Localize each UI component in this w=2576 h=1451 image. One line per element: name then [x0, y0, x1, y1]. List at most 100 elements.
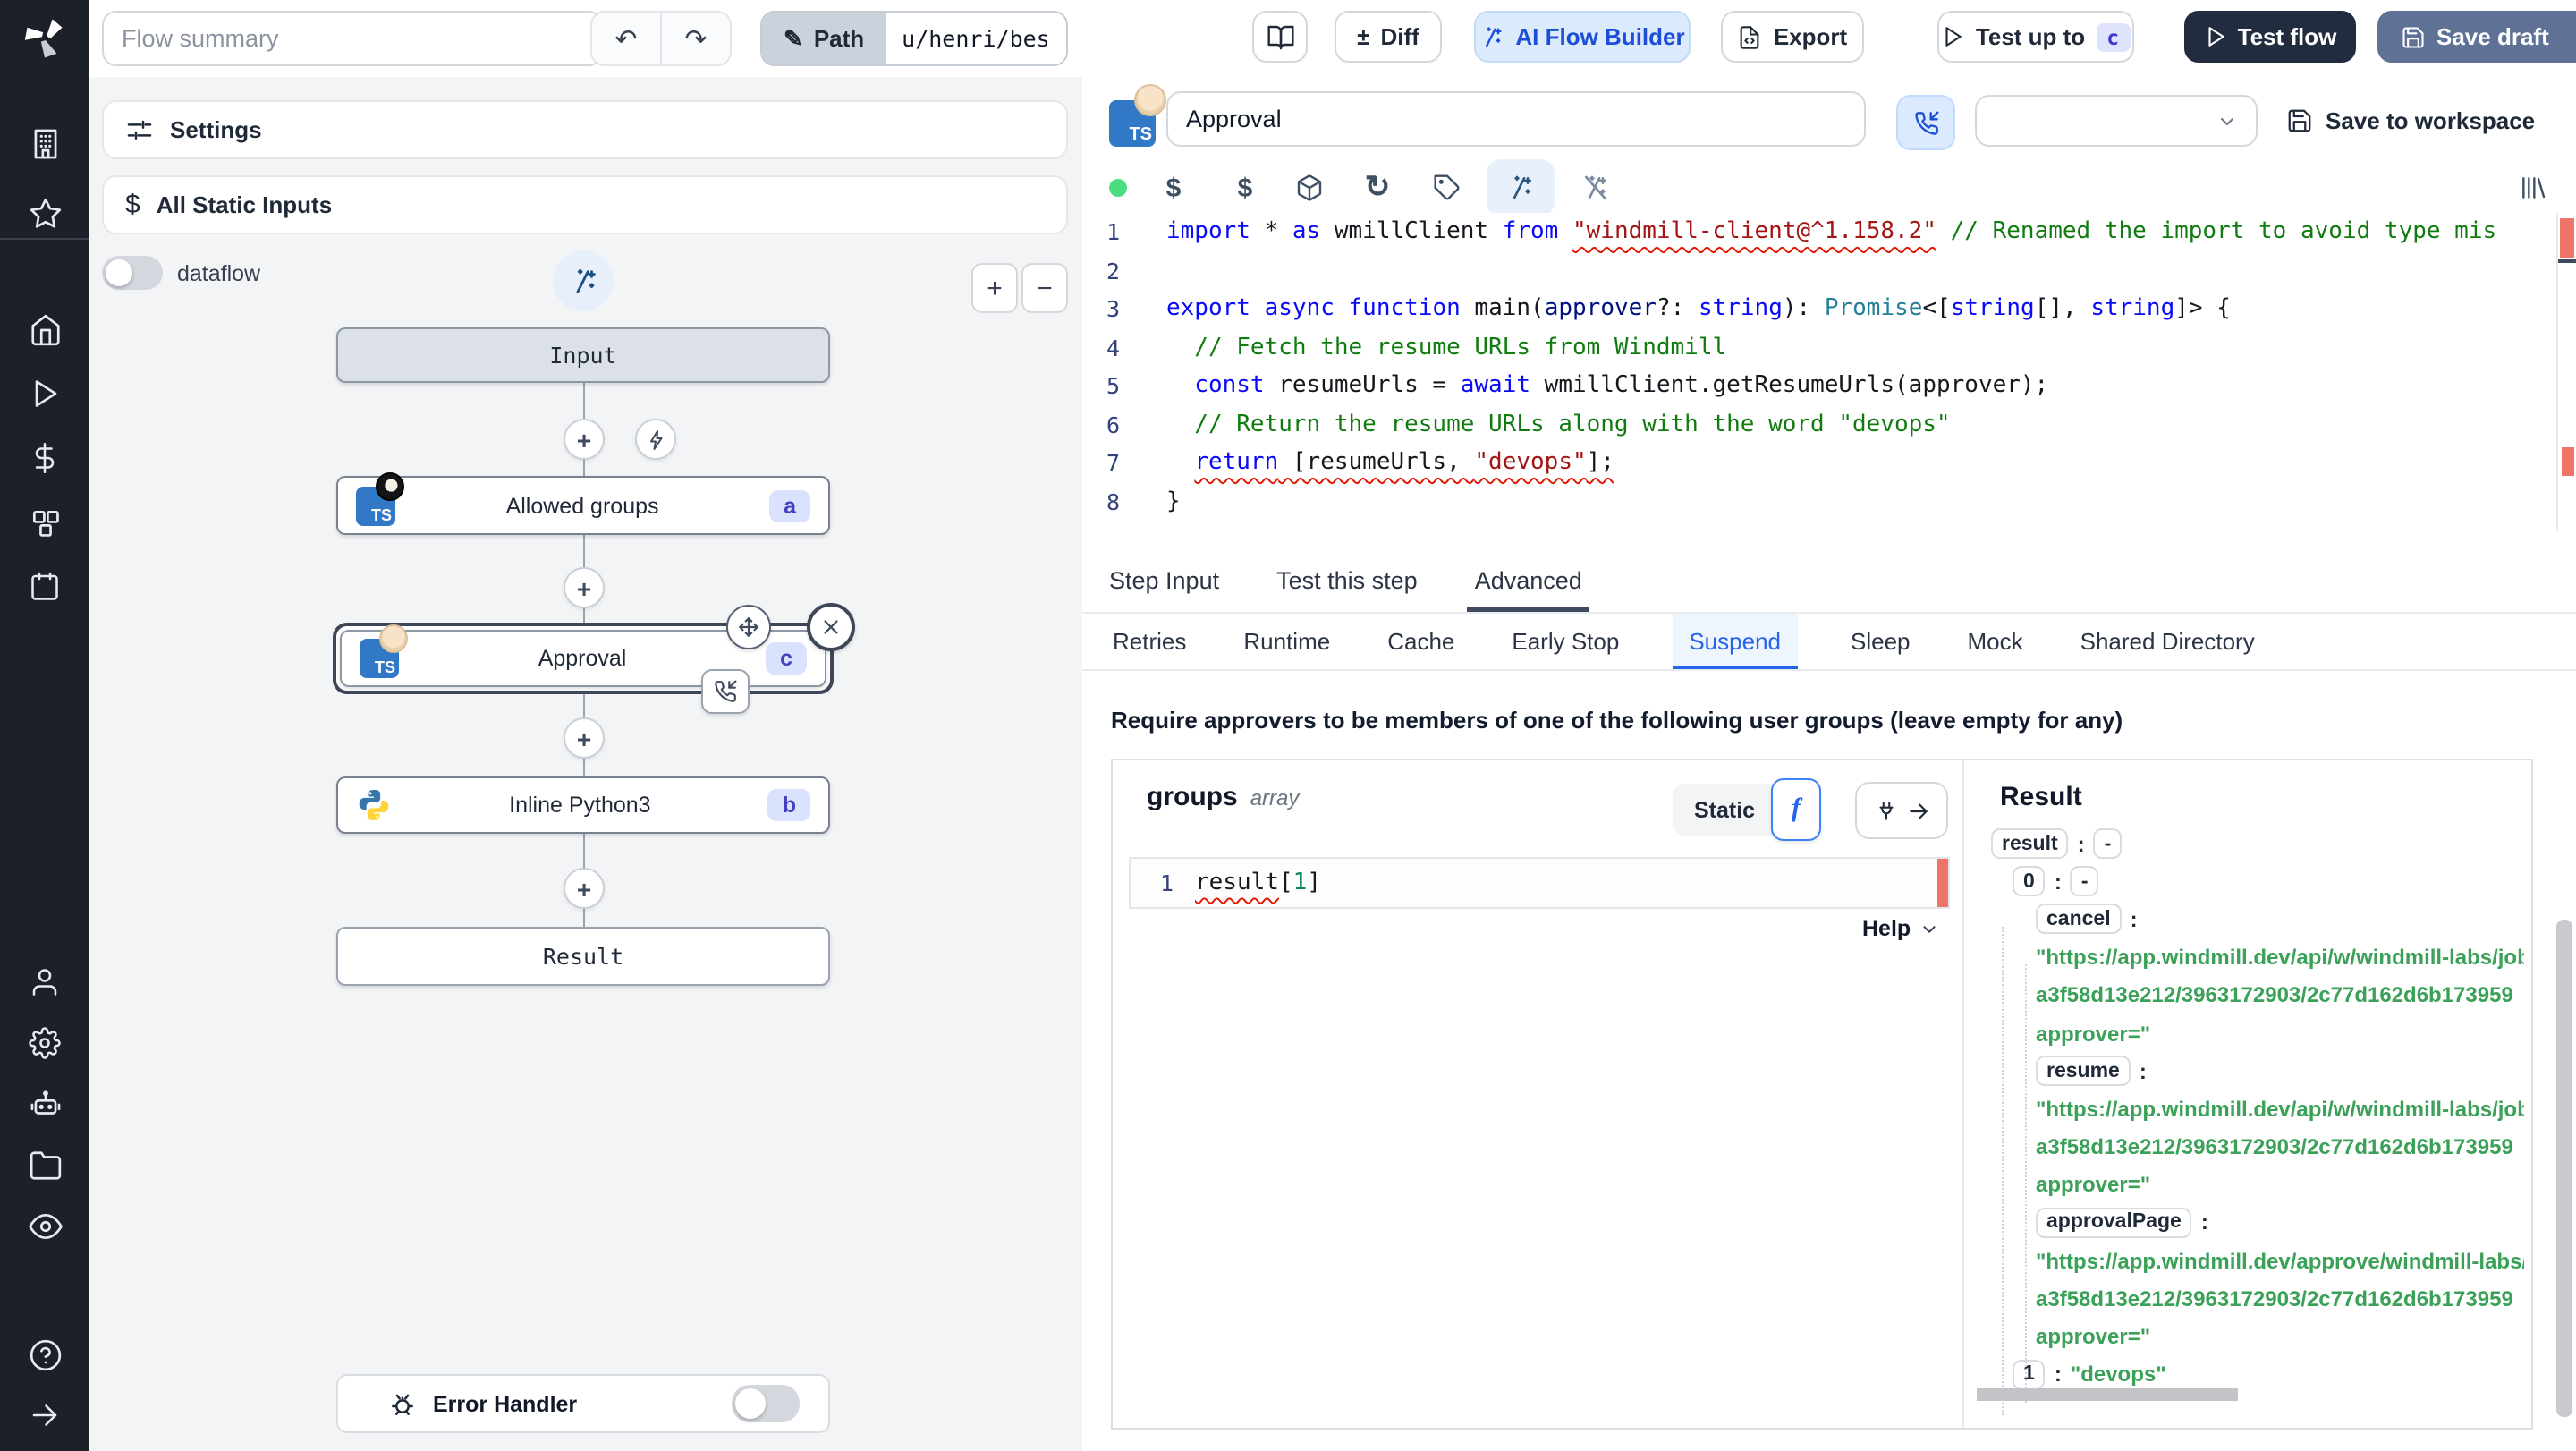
star-icon[interactable] — [0, 182, 89, 243]
docs-book-button[interactable] — [1252, 11, 1308, 63]
node-result[interactable]: Result — [336, 927, 830, 986]
result-tree-row[interactable]: a3f58d13e212/3963172903/2c77d162d6b17395… — [1977, 977, 2524, 1014]
eye-icon[interactable] — [0, 1195, 89, 1256]
code-line[interactable]: 3 export async function main(approver?: s… — [1082, 290, 2556, 328]
code-line[interactable]: 1 import * as wmillClient from "windmill-… — [1082, 213, 2556, 251]
workers-robot-icon[interactable] — [0, 1073, 89, 1134]
ai-flow-builder-button[interactable]: AI Flow Builder — [1474, 11, 1690, 63]
json-key-badge[interactable]: cancel — [2036, 904, 2122, 935]
package-icon[interactable] — [1283, 163, 1336, 213]
runs-play-icon[interactable] — [0, 363, 89, 424]
result-tree-row[interactable]: resume: — [1977, 1052, 2524, 1090]
result-tree-row[interactable]: a3f58d13e212/3963172903/2c77d162d6b17395… — [1977, 1128, 2524, 1166]
path-badge[interactable]: ✎ Path u/henri/bes — [760, 11, 1068, 66]
move-node-button[interactable] — [726, 605, 771, 649]
result-tree-row[interactable]: "https://app.windmill.dev/api/w/windmill… — [1977, 1090, 2524, 1128]
result-tree-row[interactable]: approver=" — [1977, 1166, 2524, 1203]
subtab-cache[interactable]: Cache — [1384, 614, 1458, 669]
subtab-retries[interactable]: Retries — [1109, 614, 1190, 669]
help-icon[interactable] — [0, 1324, 89, 1385]
dataflow-toggle[interactable] — [102, 256, 163, 290]
code-minimap[interactable] — [2556, 213, 2576, 531]
zoom-in-button[interactable]: + — [971, 263, 1018, 313]
add-step-button[interactable]: + — [564, 717, 605, 759]
json-key-badge[interactable]: 1 — [2012, 1359, 2046, 1390]
home-icon[interactable] — [0, 299, 89, 360]
result-tree-row[interactable]: "https://app.windmill.dev/api/w/windmill… — [1977, 938, 2524, 976]
error-handler-toggle[interactable] — [732, 1385, 800, 1422]
horizontal-scrollbar[interactable] — [1977, 1388, 2238, 1401]
json-key-badge[interactable]: 0 — [2012, 866, 2046, 897]
add-step-button[interactable]: + — [564, 567, 605, 608]
result-tree-row[interactable]: approvalPage: — [1977, 1204, 2524, 1242]
gear-icon[interactable] — [0, 1013, 89, 1073]
node-input[interactable]: Input — [336, 327, 830, 383]
subtab-shared-directory[interactable]: Shared Directory — [2077, 614, 2258, 669]
step-name-input[interactable]: Approval — [1166, 91, 1866, 147]
code-line[interactable]: 5 const resumeUrls = await wmillClient.g… — [1082, 367, 2556, 405]
subtab-runtime[interactable]: Runtime — [1240, 614, 1334, 669]
resources-boxes-icon[interactable] — [0, 492, 89, 553]
export-button[interactable]: Export — [1721, 11, 1864, 63]
suspend-phone-button[interactable] — [1896, 95, 1955, 150]
add-step-button[interactable]: + — [564, 868, 605, 909]
ai-wand-button[interactable] — [553, 250, 614, 311]
save-to-workspace-button[interactable]: Save to workspace — [2286, 107, 2535, 134]
node-inline-python3[interactable]: Inline Python3 b — [336, 776, 830, 834]
result-tree-row[interactable]: approver=" — [1977, 1014, 2524, 1052]
wand-off-icon[interactable] — [1569, 163, 1623, 213]
user-icon[interactable] — [0, 952, 89, 1013]
resources-dollar-icon[interactable]: $ — [1218, 163, 1272, 213]
schedules-calendar-icon[interactable] — [0, 556, 89, 617]
groups-expression-editor[interactable]: 1 result[1] — [1129, 857, 1950, 909]
code-line[interactable]: 2 — [1082, 251, 2556, 290]
node-allowed-groups[interactable]: TS Allowed groups a — [336, 471, 830, 535]
tag-icon[interactable] — [1420, 163, 1474, 213]
reload-icon[interactable]: ↻ — [1351, 163, 1404, 213]
settings-card[interactable]: Settings — [102, 100, 1068, 159]
variables-dollar-icon[interactable] — [0, 428, 89, 488]
zoom-out-button[interactable]: − — [1021, 263, 1068, 313]
result-tree-row[interactable]: "https://app.windmill.dev/approve/windmi… — [1977, 1242, 2524, 1279]
subtab-suspend[interactable]: Suspend — [1673, 614, 1798, 669]
redo-icon[interactable]: ↷ — [662, 13, 730, 64]
save-draft-button[interactable]: Save draft C — [2377, 11, 2576, 63]
subtab-mock[interactable]: Mock — [1964, 614, 2027, 669]
collapse-button[interactable]: - — [2070, 866, 2099, 897]
result-tree-row[interactable]: approver=" — [1977, 1318, 2524, 1355]
variables-dollar-icon[interactable]: $ — [1147, 163, 1200, 213]
delete-node-button[interactable] — [807, 603, 855, 651]
script-version-select[interactable] — [1975, 95, 2258, 147]
add-step-button[interactable]: + — [564, 419, 605, 460]
code-line[interactable]: 8} — [1082, 482, 2556, 521]
windmill-logo[interactable] — [0, 7, 89, 68]
code-editor[interactable]: 1 import * as wmillClient from "windmill-… — [1082, 213, 2556, 531]
library-icon[interactable] — [2506, 163, 2560, 213]
ai-assistant-wand-button[interactable] — [1487, 159, 1555, 216]
suspend-phone-badge[interactable] — [701, 669, 750, 714]
vertical-scrollbar[interactable] — [2556, 920, 2572, 1417]
all-static-inputs-card[interactable]: $ All Static Inputs — [102, 175, 1068, 234]
subtab-early-stop[interactable]: Early Stop — [1508, 614, 1623, 669]
code-line[interactable]: 7 return [resumeUrls, "devops"]; — [1082, 444, 2556, 482]
subtab-sleep[interactable]: Sleep — [1847, 614, 1914, 669]
code-line[interactable]: 4 // Fetch the resume URLs from Windmill — [1082, 328, 2556, 367]
tab-advanced[interactable]: Advanced — [1467, 549, 1589, 612]
json-key-badge[interactable]: approvalPage — [2036, 1207, 2192, 1238]
result-tree-row[interactable]: result: - — [1977, 825, 2524, 862]
building-icon[interactable] — [0, 113, 89, 174]
tab-step-input[interactable]: Step Input — [1109, 549, 1219, 612]
tab-test-this-step[interactable]: Test this step — [1276, 549, 1418, 612]
test-flow-button[interactable]: Test flow — [2184, 11, 2356, 63]
result-tree-row[interactable]: 0:- — [1977, 862, 2524, 900]
result-tree-row[interactable]: a3f58d13e212/3963172903/2c77d162d6b17395… — [1977, 1280, 2524, 1318]
json-key-badge[interactable]: result — [1991, 828, 2069, 860]
connect-input-button[interactable] — [1855, 782, 1948, 839]
test-up-to-button[interactable]: Test up to c — [1937, 11, 2134, 63]
collapse-button[interactable]: - — [2093, 828, 2123, 860]
result-tree-row[interactable]: cancel: — [1977, 901, 2524, 938]
json-key-badge[interactable]: resume — [2036, 1056, 2131, 1087]
expand-arrow-icon[interactable] — [0, 1385, 89, 1446]
trigger-bolt-button[interactable] — [635, 419, 676, 460]
help-button[interactable]: Help — [1862, 916, 1939, 941]
